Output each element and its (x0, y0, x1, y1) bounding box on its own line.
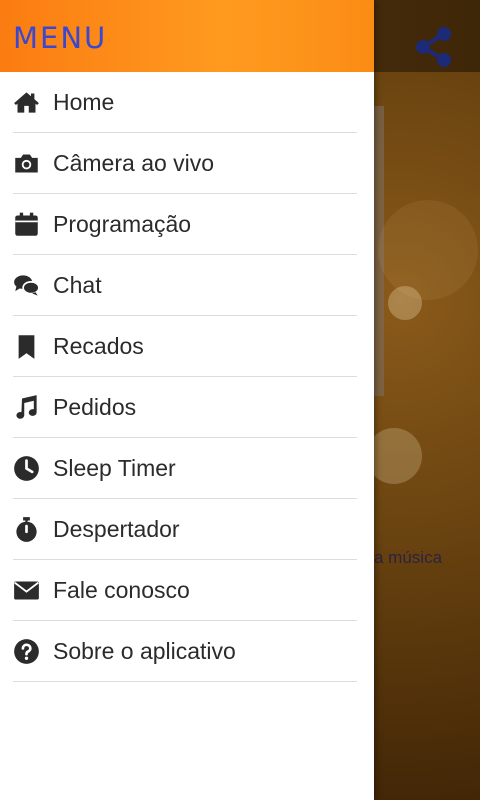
bokeh-light (378, 200, 478, 300)
menu-item-requests[interactable]: Pedidos (13, 377, 357, 438)
camera-icon (13, 150, 40, 177)
menu-item-label: Home (53, 88, 115, 115)
background-snippet-text: a música (374, 548, 443, 567)
menu-item-alarm[interactable]: Despertador (13, 499, 357, 560)
clock-icon (13, 455, 40, 482)
menu-item-label: Pedidos (53, 393, 137, 420)
menu-item-chat[interactable]: Chat (13, 255, 357, 316)
menu-item-contact[interactable]: Fale conosco (13, 560, 357, 621)
menu-item-label: Fale conosco (53, 576, 190, 603)
menu-item-label: Recados (53, 332, 144, 359)
menu-item-about[interactable]: Sobre o aplicativo (13, 621, 357, 682)
home-icon (13, 89, 40, 116)
menu-item-label: Sobre o aplicativo (53, 637, 236, 664)
chat-icon (13, 272, 40, 299)
drawer-title: MENU (13, 21, 108, 55)
menu-item-camera[interactable]: Câmera ao vivo (13, 133, 357, 194)
bookmark-icon (13, 333, 40, 360)
menu-item-label: Chat (53, 271, 102, 298)
share-icon (416, 27, 451, 67)
question-circle-icon (13, 638, 40, 665)
share-button[interactable] (414, 26, 454, 68)
menu-item-schedule[interactable]: Programação (13, 194, 357, 255)
menu-item-sleep-timer[interactable]: Sleep Timer (13, 438, 357, 499)
menu-list: Home Câmera ao vivo Programação Chat Rec (0, 72, 374, 682)
menu-item-messages[interactable]: Recados (13, 316, 357, 377)
music-note-icon (13, 394, 40, 421)
menu-item-home[interactable]: Home (13, 72, 357, 133)
calendar-icon (13, 211, 40, 238)
menu-item-label: Sleep Timer (53, 454, 176, 481)
drawer-header: MENU (0, 0, 374, 72)
stopwatch-icon (13, 516, 40, 543)
menu-item-label: Câmera ao vivo (53, 149, 215, 176)
menu-item-label: Programação (53, 210, 192, 237)
bokeh-light (366, 428, 422, 484)
menu-item-label: Despertador (53, 515, 180, 542)
navigation-drawer: MENU Home Câmera ao vivo Programação Cha… (0, 0, 374, 800)
envelope-icon (13, 577, 40, 604)
